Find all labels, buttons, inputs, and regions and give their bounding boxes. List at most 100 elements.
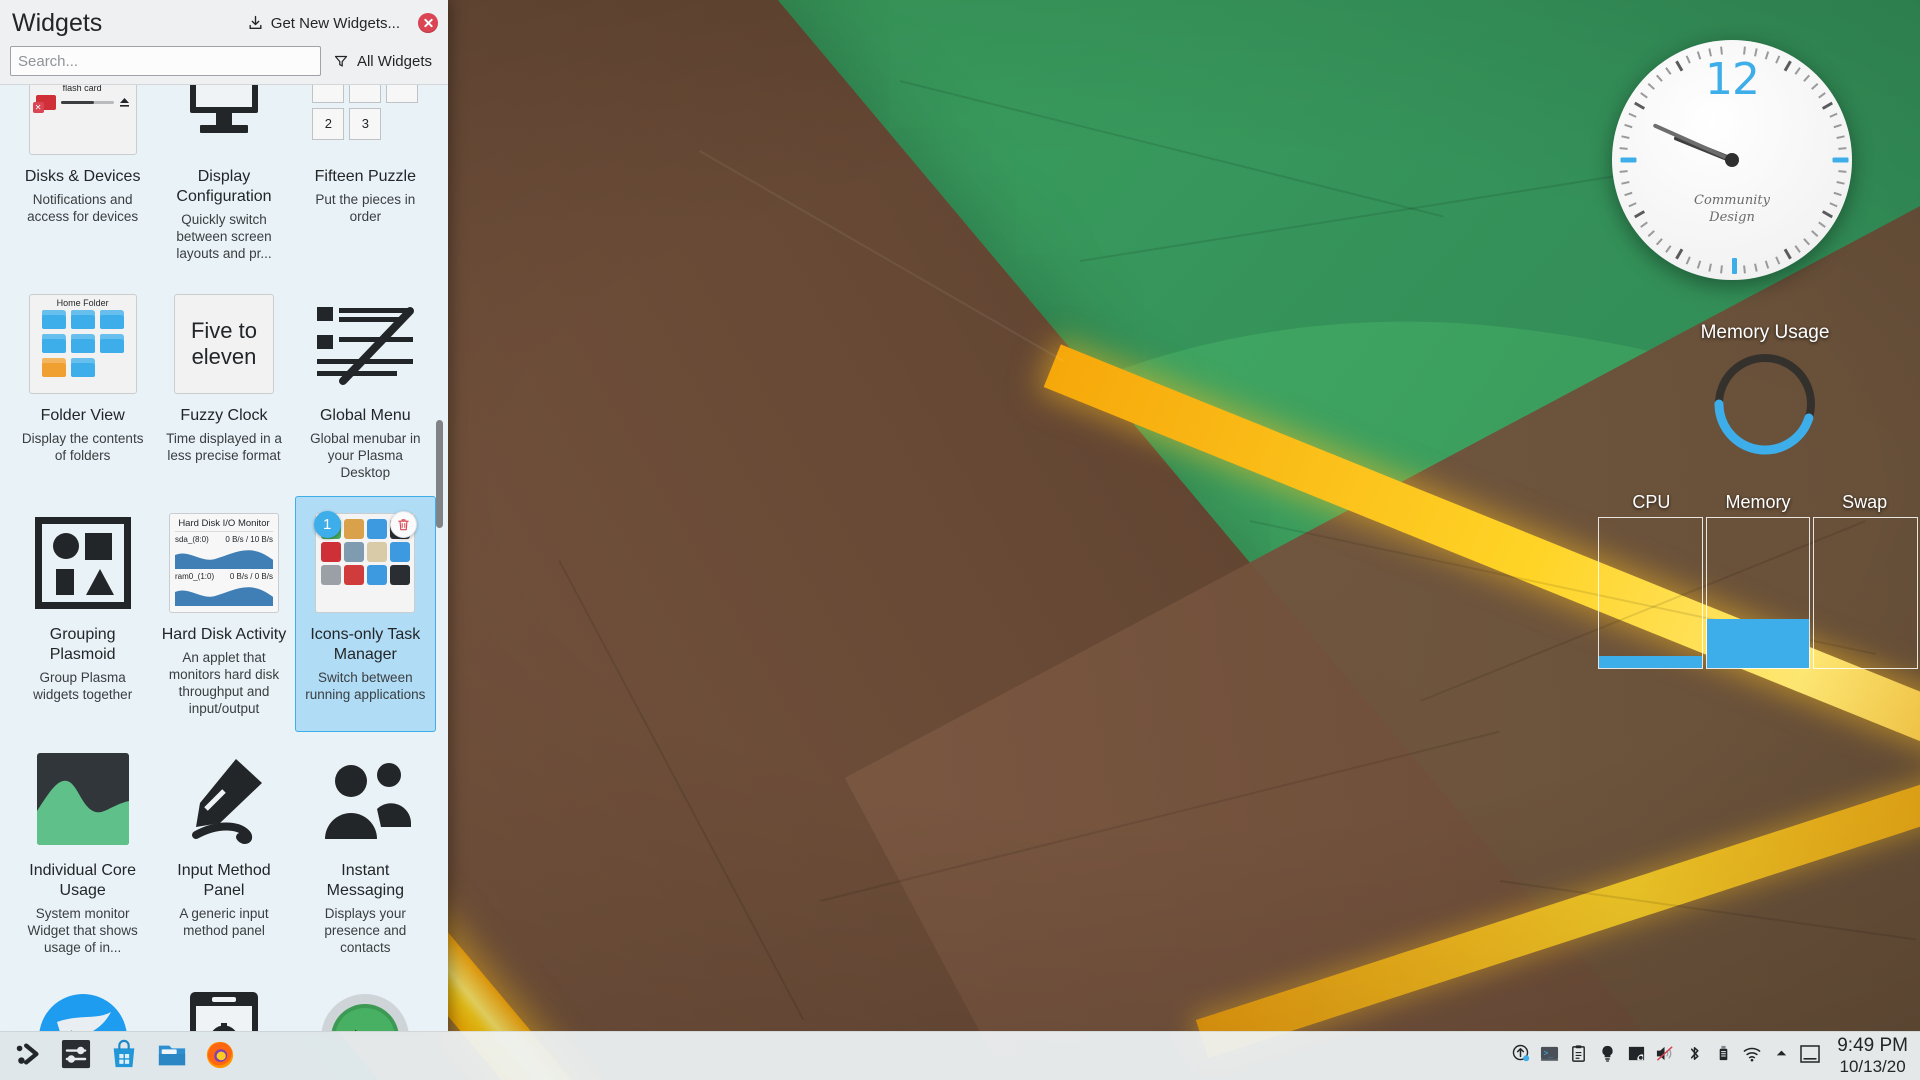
global-menu-icon (317, 307, 415, 385)
network-wifi[interactable] (1739, 1041, 1765, 1071)
widget-tile[interactable]: Display Configuration Quickly switch betw… (153, 85, 294, 277)
memory-usage-ring (1714, 353, 1816, 455)
folder-icon (70, 334, 95, 353)
widgets-list-scroll-area[interactable]: ✕flash card ✕ Disks & Devices Notifications… (0, 85, 448, 1031)
widget-description: Notifications and access for devices (27, 192, 139, 224)
device-capacity-bar (60, 101, 114, 104)
search-input[interactable] (10, 46, 321, 76)
kdevelop-icon (321, 994, 409, 1031)
disk-rate: 0 B/s / 10 B/s (225, 535, 273, 544)
widgets-scrollbar-thumb[interactable] (436, 420, 443, 528)
folder-icon (99, 334, 124, 353)
all-widgets-filter-label: All Widgets (356, 52, 432, 70)
widget-tile[interactable]: Home Folder Folder View Display the conten… (12, 277, 153, 496)
bar-gauge-swap[interactable] (1813, 517, 1919, 669)
task-icon (344, 519, 365, 539)
all-widgets-filter-button[interactable]: All Widgets (331, 50, 438, 73)
taskbar[interactable]: >_ 9:49 PM 10/13/20 (0, 1031, 1920, 1080)
bluetooth[interactable] (1681, 1041, 1707, 1071)
widgets-scrollbar[interactable] (435, 85, 445, 1031)
folder-icon (41, 310, 66, 329)
notifications[interactable] (1797, 1041, 1823, 1071)
system-load-bars-widget[interactable]: CPU Memory Swap (1598, 492, 1919, 682)
svg-text:>_: >_ (1544, 1048, 1554, 1057)
widget-name: Icons-only Task Manager (310, 626, 421, 663)
get-new-widgets-button[interactable]: Get New Widgets... (242, 12, 405, 35)
folder-icon (99, 310, 124, 329)
widget-tile[interactable]: Instant Messaging Displays your presence … (295, 732, 436, 971)
widget-name: Instant Messaging (326, 862, 404, 899)
show-hidden-items[interactable] (1768, 1041, 1794, 1071)
brightness[interactable] (1594, 1041, 1620, 1071)
get-new-widgets-label: Get New Widgets... (270, 14, 400, 32)
removable-device[interactable] (1710, 1041, 1736, 1071)
dolphin-launcher[interactable] (150, 1034, 194, 1078)
widget-tile[interactable]: KDevelop (295, 971, 436, 1031)
widget-tile[interactable]: Kate Sessions (12, 971, 153, 1031)
widgets-panel-search-row: All Widgets (10, 46, 438, 76)
disk-row: ram0_(1:0) 0 B/s / 0 B/s (175, 572, 273, 581)
disk-name: ram0_(1:0) (174, 572, 215, 581)
bar-gauge-memory[interactable] (1705, 517, 1811, 669)
widget-tile[interactable]: Hard Disk I/O Monitor sda_(8:0) 0 B/s / 10… (153, 496, 294, 732)
widgets-explorer-panel[interactable]: Widgets Get New Widgets... All Widgets (0, 0, 448, 1031)
kde-application-launcher[interactable] (6, 1034, 50, 1078)
clock-hour-label: 12 (1705, 54, 1760, 105)
system-settings-launcher[interactable] (54, 1034, 98, 1078)
disk-name: sda_(8:0) (174, 535, 209, 544)
close-icon[interactable] (418, 13, 438, 33)
task-icon (390, 542, 411, 562)
bar-gauge-cpu[interactable] (1598, 517, 1703, 669)
software-updates[interactable] (1507, 1041, 1533, 1071)
widget-tile[interactable]: KDE Connect (153, 971, 294, 1031)
clock-brand-line-2: Design (1709, 210, 1755, 225)
clipboard[interactable] (1565, 1041, 1591, 1071)
firefox-launcher[interactable] (198, 1034, 242, 1078)
widget-name: Fifteen Puzzle (314, 168, 417, 185)
system-tray: >_ (1507, 1041, 1829, 1071)
clock-date: 10/13/20 (1839, 1057, 1906, 1076)
hard-disk-preview-title: Hard Disk I/O Monitor (174, 518, 273, 532)
disks-row-2: flash card ✕ (30, 85, 136, 113)
puzzle-tile (312, 85, 345, 103)
widget-preview: Home Folder (19, 288, 146, 400)
widget-tile[interactable]: Global Menu Global menubar in your Plasma… (295, 277, 436, 496)
bar-gauge-label-swap: Swap (1842, 492, 1888, 512)
folder-icon (70, 310, 95, 329)
bar-gauge-fill (1706, 618, 1810, 668)
display-configuration-icon (189, 85, 258, 133)
memory-usage-ring-widget[interactable]: Memory Usage (1655, 322, 1875, 482)
widget-tile[interactable]: ✕flash card ✕ Disks & Devices Notifications… (12, 85, 153, 277)
widget-description: Switch between running applications (305, 670, 426, 702)
task-icon (367, 542, 388, 562)
widget-description: An applet that monitors hard disk throug… (168, 650, 280, 716)
analog-clock-widget[interactable]: 12 Community Design (1612, 40, 1852, 280)
fuzzy-clock-preview: Five to eleven (173, 294, 274, 394)
widget-tile[interactable]: Grouping Plasmoid Group Plasma widgets to… (12, 496, 153, 732)
widget-tile[interactable]: Five to eleven Fuzzy Clock Time displayed … (153, 277, 294, 496)
puzzle-tile (349, 85, 382, 103)
widget-name: Grouping Plasmoid (49, 626, 116, 663)
disk-graph: NaN (174, 582, 273, 606)
discover-launcher[interactable] (102, 1034, 146, 1078)
widget-description: Group Plasma widgets together (33, 670, 133, 702)
widget-tile[interactable]: Input Method Panel A generic input method… (153, 732, 294, 971)
clock-tick (1620, 157, 1637, 163)
dropbox-sync[interactable] (1623, 1041, 1649, 1071)
trash-icon[interactable] (389, 511, 417, 538)
widget-tile[interactable]: 1 Icons-only Task Manager Switch between r… (294, 496, 436, 732)
widget-tile[interactable]: NaNNaN Individual Core Usage System monito… (12, 732, 153, 971)
task-icon (344, 565, 365, 585)
widget-tile[interactable]: 2 3 Fifteen Puzzle Put the pieces in order (295, 85, 436, 277)
folder-view-preview: Home Folder (28, 294, 137, 394)
usb-stick-icon (1714, 1044, 1733, 1068)
widget-description: Global menubar in your Plasma Desktop (310, 431, 421, 480)
wifi-icon (1742, 1044, 1762, 1068)
volume-muted[interactable] (1652, 1041, 1678, 1071)
update-arrow-icon (1511, 1044, 1530, 1068)
widget-preview: NaNNaN (19, 743, 146, 855)
terminal-dropdown[interactable]: >_ (1536, 1041, 1562, 1071)
memory-usage-title: Memory Usage (1700, 322, 1830, 343)
task-icon (321, 565, 342, 585)
taskbar-clock[interactable]: 9:49 PM 10/13/20 (1829, 1035, 1920, 1077)
